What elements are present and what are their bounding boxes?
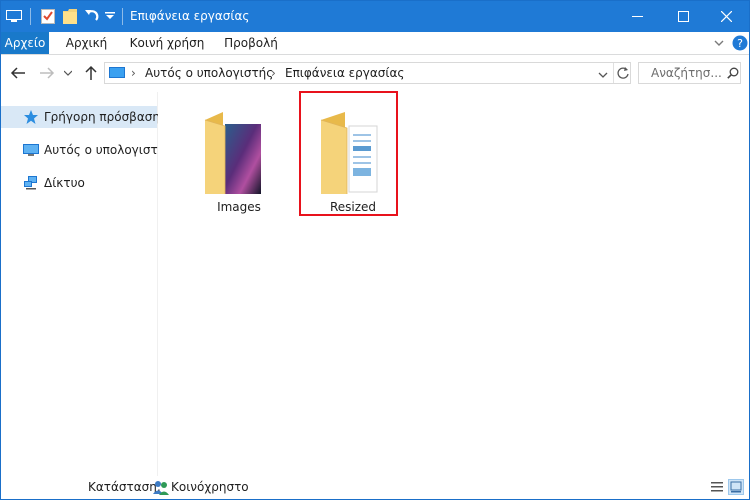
navigation-pane: Γρήγορη πρόσβαση Αυτός ο υπολογιστή Δίκτ… (1, 92, 165, 476)
tab-home[interactable]: Αρχική (58, 32, 115, 54)
ribbon-tabs: Αρχείο Αρχική Κοινή χρήση Προβολή ? (1, 32, 749, 55)
highlight-box (299, 91, 398, 216)
star-icon (23, 109, 39, 125)
large-icons-view-icon[interactable] (728, 479, 744, 495)
separator (30, 8, 31, 25)
desktop-icon (109, 66, 125, 83)
folder-name: Images (217, 200, 261, 214)
breadcrumb-separator: › (271, 66, 276, 80)
title-bar: Επιφάνεια εργασίας (1, 1, 749, 32)
expand-ribbon-icon[interactable] (712, 36, 726, 50)
nav-label: Δίκτυο (44, 176, 85, 190)
new-folder-icon[interactable] (61, 7, 79, 25)
search-icon[interactable] (727, 67, 739, 82)
content-pane: Images Resized (158, 92, 749, 476)
explorer-window: Επιφάνεια εργασίας Αρχείο Αρχική Κοινή χ… (0, 0, 750, 500)
status-label: Κατάσταση: (88, 480, 161, 494)
app-icon[interactable] (5, 7, 23, 25)
back-button[interactable] (8, 64, 28, 82)
close-button[interactable] (703, 1, 749, 32)
nav-label: Γρήγορη πρόσβαση (44, 110, 160, 124)
tab-share[interactable]: Κοινή χρήση (126, 32, 208, 54)
window-title: Επιφάνεια εργασίας (130, 9, 250, 23)
status-bar: Κατάσταση: Κοινόχρηστο (1, 476, 749, 499)
address-row: › Αυτός ο υπολογιστής › Επιφάνεια εργασί… (1, 55, 749, 91)
separator (122, 8, 123, 25)
tab-view[interactable]: Προβολή (219, 32, 283, 54)
details-view-icon[interactable] (709, 479, 725, 495)
computer-icon (23, 142, 39, 158)
forward-button[interactable] (37, 64, 57, 82)
undo-icon[interactable] (83, 7, 101, 25)
properties-icon[interactable] (39, 7, 57, 25)
shared-users-icon (153, 479, 169, 498)
address-dropdown-icon[interactable] (598, 68, 608, 82)
search-placeholder: Αναζήτησ... (651, 66, 722, 80)
help-icon[interactable]: ? (732, 35, 748, 51)
recent-locations-icon[interactable] (61, 64, 75, 82)
folder-with-images-icon (203, 106, 269, 199)
network-icon (23, 175, 39, 191)
folder-images[interactable]: Images (191, 98, 287, 216)
maximize-button[interactable] (660, 1, 706, 32)
search-box[interactable]: Αναζήτησ... (638, 62, 741, 84)
minimize-button[interactable] (614, 1, 660, 32)
nav-item-quick-access[interactable]: Γρήγορη πρόσβαση (1, 106, 160, 128)
breadcrumb-desktop[interactable]: Επιφάνεια εργασίας (285, 66, 404, 80)
svg-text:?: ? (737, 37, 743, 50)
customize-toolbar-icon[interactable] (103, 7, 117, 25)
status-value: Κοινόχρηστο (171, 480, 249, 494)
refresh-icon[interactable] (616, 66, 630, 83)
breadcrumb-separator: › (131, 66, 136, 80)
nav-item-network[interactable]: Δίκτυο (1, 172, 157, 194)
breadcrumb-this-pc[interactable]: Αυτός ο υπολογιστής (145, 66, 273, 80)
address-bar[interactable]: › Αυτός ο υπολογιστής › Επιφάνεια εργασί… (104, 62, 631, 84)
up-button[interactable] (81, 64, 101, 82)
nav-item-this-pc[interactable]: Αυτός ο υπολογιστή (1, 139, 165, 161)
tab-file[interactable]: Αρχείο (1, 32, 49, 54)
nav-label: Αυτός ο υπολογιστή (44, 143, 166, 157)
separator (613, 63, 614, 83)
